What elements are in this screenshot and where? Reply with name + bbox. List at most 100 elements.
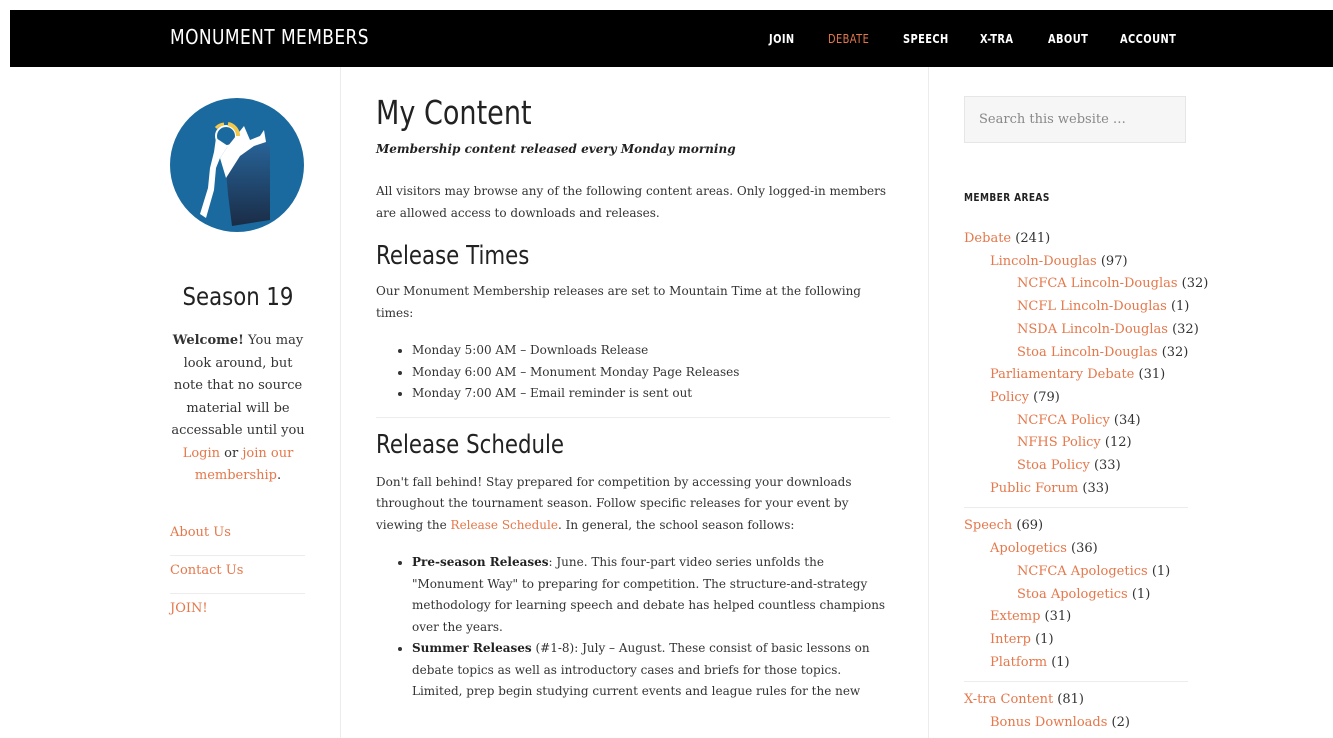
member-area-link[interactable]: Stoa Apologetics <box>1017 587 1128 602</box>
member-area-item: NCFCA Policy (34) <box>964 410 1188 433</box>
search-input[interactable] <box>964 96 1186 143</box>
list-item: Monday 6:00 AM – Monument Monday Page Re… <box>412 362 890 384</box>
member-area-item: Stoa Apologetics (1) <box>964 584 1188 607</box>
member-area-link[interactable]: X-tra Content <box>964 692 1053 707</box>
member-area-count: (34) <box>1109 412 1141 428</box>
member-area-count: (97) <box>1096 253 1128 269</box>
release-times-list: Monday 5:00 AM – Downloads Release Monda… <box>376 340 890 405</box>
member-area-item: Extemp (31) <box>964 606 1188 629</box>
member-area-item: Policy (79) <box>964 387 1188 410</box>
member-area-link[interactable]: Extemp <box>990 609 1040 624</box>
member-area-count: (2) <box>1107 715 1130 731</box>
member-area-link[interactable]: NFHS Policy <box>1017 435 1101 450</box>
member-area-item: Public Forum (33) <box>964 478 1188 501</box>
member-area-count: (31) <box>1040 609 1072 625</box>
nav-account[interactable]: ACCOUNT <box>1120 32 1176 46</box>
member-area-item: NFHS Policy (12) <box>964 432 1188 455</box>
welcome-end: . <box>276 468 282 483</box>
site-title[interactable]: MONUMENT MEMBERS <box>170 25 369 49</box>
member-area-link[interactable]: NCFCA Lincoln-Douglas <box>1017 276 1178 291</box>
page-title: My Content <box>376 93 532 132</box>
left-nav: About Us Contact Us JOIN! <box>170 518 305 631</box>
divider <box>376 416 890 418</box>
member-area-link[interactable]: Interp <box>990 632 1031 647</box>
release-schedule-heading: Release Schedule <box>376 429 565 460</box>
member-area-count: (32) <box>1177 276 1209 292</box>
member-area-count: (32) <box>1157 344 1189 360</box>
welcome-bold: Welcome! <box>172 333 244 348</box>
member-area-link[interactable]: NCFCA Apologetics <box>1017 564 1148 579</box>
member-area-link[interactable]: Policy <box>990 390 1029 405</box>
member-areas-title: MEMBER AREAS <box>964 191 1050 204</box>
release-schedule-link[interactable]: Release Schedule <box>451 518 558 532</box>
nav-xtra[interactable]: X-TRA <box>980 32 1013 46</box>
member-areas-list: Debate (241) Lincoln-Douglas (97) NCFCA Li… <box>964 228 1208 735</box>
member-area-link[interactable]: NCFL Lincoln-Douglas <box>1017 299 1167 314</box>
welcome-or: or <box>220 445 243 461</box>
about-us-link[interactable]: About Us <box>170 518 305 556</box>
release-schedule-list: Pre-season Releases: June. This four-par… <box>376 552 890 703</box>
column-divider <box>928 67 929 738</box>
season-title: Season 19 <box>182 282 294 311</box>
member-area-count: (79) <box>1029 389 1060 405</box>
member-area-link[interactable]: Stoa Policy <box>1017 458 1090 473</box>
member-area-count: (1) <box>1127 586 1151 602</box>
member-area-link[interactable]: Platform <box>990 655 1047 670</box>
schedule-text-after: . In general, the school season follows: <box>557 517 795 532</box>
member-area-count: (33) <box>1089 458 1121 474</box>
member-area-link[interactable]: Public Forum <box>990 481 1078 496</box>
member-area-link[interactable]: Bonus Downloads <box>990 715 1107 730</box>
member-area-item: Speech (69) <box>964 515 1188 538</box>
member-area-link[interactable]: Apologetics <box>990 541 1067 556</box>
member-area-link[interactable]: NCFCA Policy <box>1017 413 1110 428</box>
list-item: Monday 5:00 AM – Downloads Release <box>412 340 890 362</box>
member-area-item: Debate (241) <box>964 228 1188 251</box>
member-area-count: (1) <box>1030 631 1054 647</box>
welcome-text: Welcome! You may look around, but note t… <box>170 330 306 488</box>
member-area-count: (241) <box>1011 231 1051 246</box>
member-area-link[interactable]: Debate <box>964 231 1011 246</box>
member-area-item: NSDA Lincoln-Douglas (32) <box>964 319 1199 342</box>
nav-debate[interactable]: DEBATE <box>828 32 869 46</box>
intro-paragraph: All visitors may browse any of the follo… <box>376 184 887 220</box>
member-area-link[interactable]: Stoa Lincoln-Douglas <box>1017 345 1158 360</box>
member-area-item: Parliamentary Debate (31) <box>964 364 1188 387</box>
release-times-heading: Release Times <box>376 241 530 271</box>
member-area-count: (1) <box>1047 654 1070 670</box>
page: MONUMENT MEMBERS JOIN DEBATE SPEECH X-TR… <box>10 10 1333 738</box>
nav-about[interactable]: ABOUT <box>1048 32 1088 46</box>
join-link[interactable]: JOIN! <box>170 594 305 631</box>
welcome-body: You may look around, but note that no so… <box>171 333 305 438</box>
member-area-item: Stoa Lincoln-Douglas (32) <box>964 342 1188 365</box>
member-area-link[interactable]: Lincoln-Douglas <box>990 254 1097 269</box>
login-link[interactable]: Login <box>183 446 220 461</box>
nav-join[interactable]: JOIN <box>769 32 795 46</box>
member-area-item: Apologetics (36) <box>964 538 1188 561</box>
member-area-item: NCFCA Lincoln-Douglas (32) <box>964 273 1208 296</box>
list-item: Summer Releases (#1-8): July – August. T… <box>412 638 890 703</box>
member-area-link[interactable]: NSDA Lincoln-Douglas <box>1017 322 1168 337</box>
member-area-item: NCFL Lincoln-Douglas (1) <box>964 296 1190 319</box>
release-times-text: Our Monument Membership releases are set… <box>376 284 861 320</box>
member-area-count: (33) <box>1078 480 1110 496</box>
area-divider <box>964 507 1188 509</box>
list-item-title: Pre-season Releases <box>412 555 549 569</box>
member-area-item: Bonus Downloads (2) <box>964 712 1188 735</box>
list-item-title: Summer Releases <box>412 641 532 655</box>
member-area-count: (36) <box>1066 541 1098 557</box>
member-area-link[interactable]: Speech <box>964 518 1012 533</box>
member-area-count: (1) <box>1147 563 1171 579</box>
member-area-item: Interp (1) <box>964 629 1188 652</box>
monument-logo-icon[interactable] <box>170 98 304 232</box>
member-area-link[interactable]: Parliamentary Debate <box>990 367 1134 382</box>
contact-us-link[interactable]: Contact Us <box>170 556 305 594</box>
member-area-item: Platform (1) <box>964 652 1188 675</box>
member-area-count: (12) <box>1100 435 1132 451</box>
nav-speech[interactable]: SPEECH <box>903 32 949 46</box>
tagline: Membership content released every Monday… <box>376 142 736 156</box>
member-area-count: (1) <box>1166 299 1190 315</box>
area-divider <box>964 681 1188 683</box>
release-schedule-text: Don't fall behind! Stay prepared for com… <box>376 472 890 537</box>
list-item: Monday 7:00 AM – Email reminder is sent … <box>412 383 890 405</box>
list-item: Pre-season Releases: June. This four-par… <box>412 552 890 638</box>
